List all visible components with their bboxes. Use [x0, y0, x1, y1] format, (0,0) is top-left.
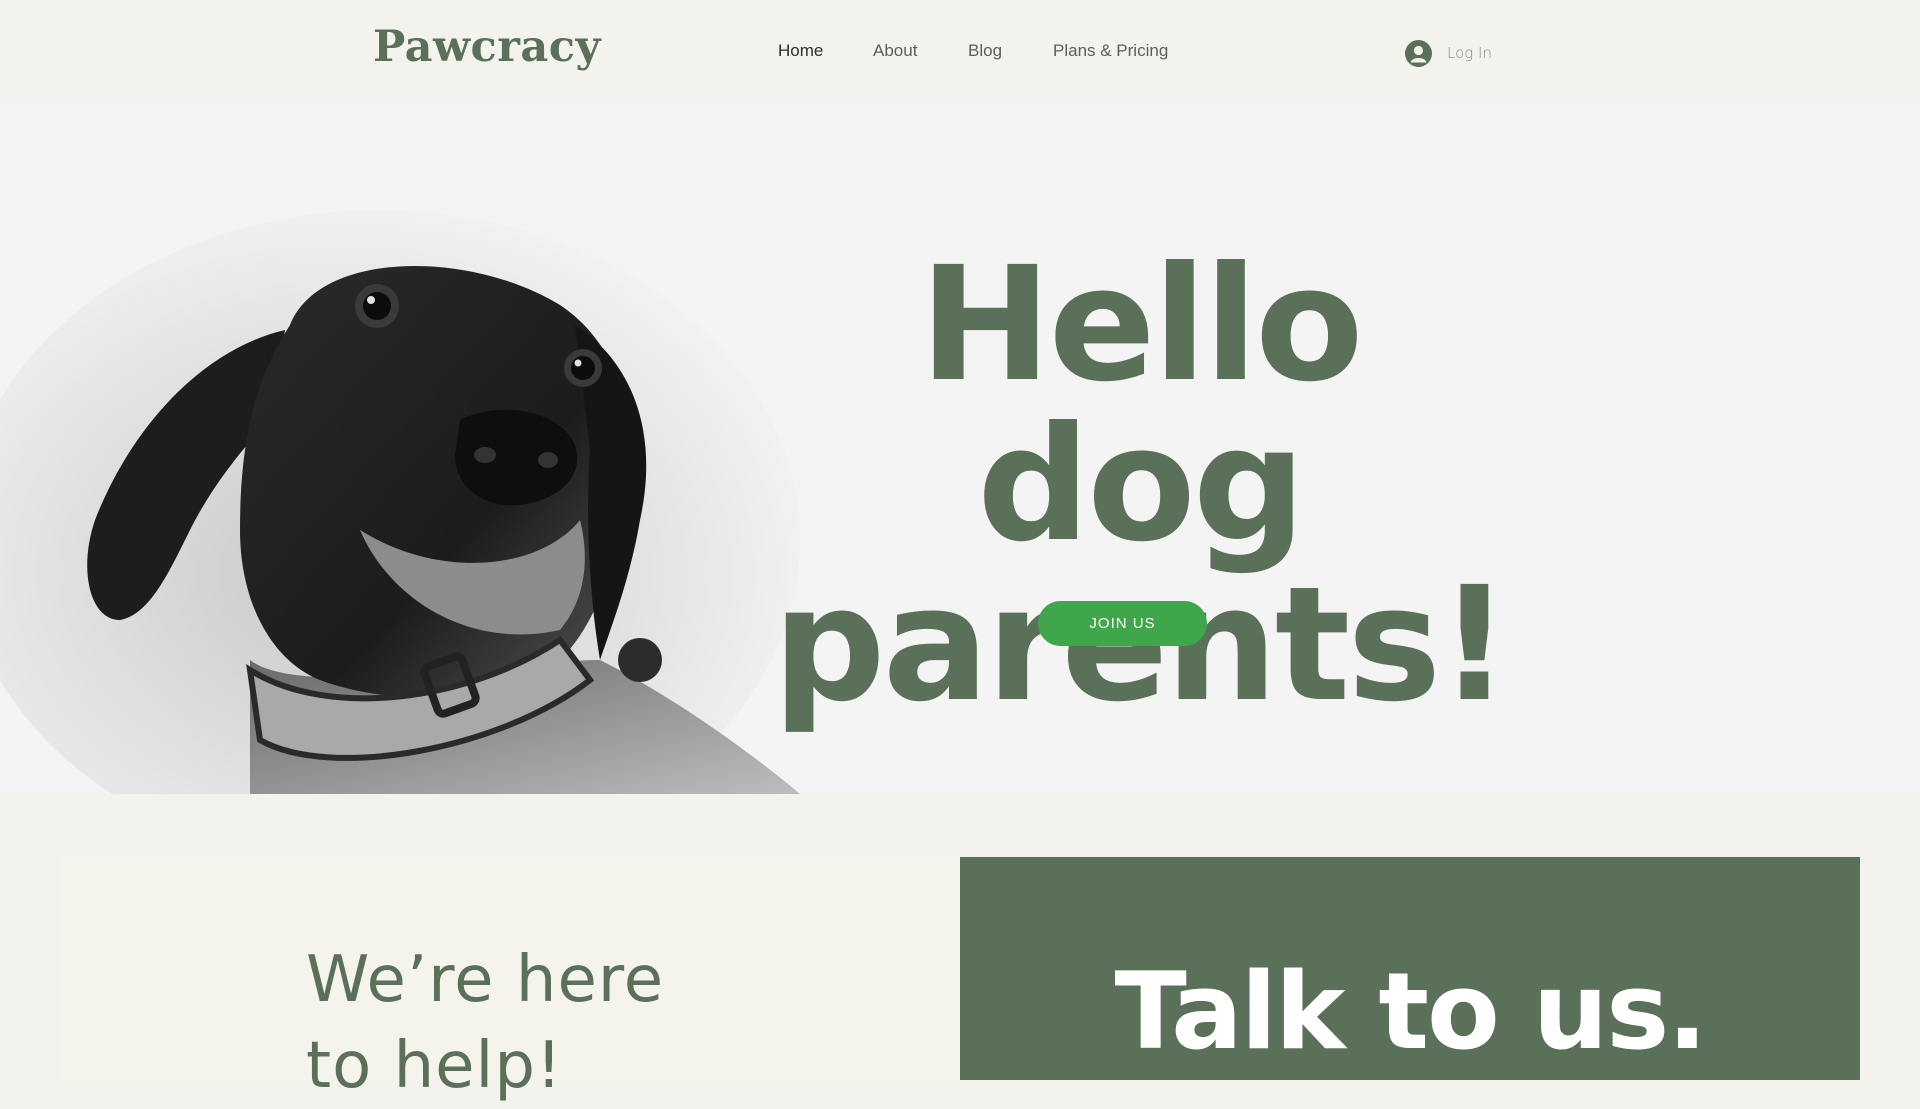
join-us-button[interactable]: JOIN US	[1038, 601, 1207, 646]
nav-blog[interactable]: Blog	[968, 41, 1002, 61]
help-title: We’re here to help!	[306, 937, 664, 1109]
help-title-line1: We’re here	[306, 943, 665, 1017]
hero-title: Hello dog parents!	[755, 245, 1525, 725]
help-section: We’re here to help!	[60, 857, 960, 1103]
nav-home[interactable]: Home	[778, 41, 823, 61]
talk-title: Talk to us.	[1114, 950, 1707, 1073]
site-logo[interactable]: Pawcracy	[373, 22, 601, 72]
contact-section: Talk to us.	[960, 857, 1860, 1080]
hero-section: Hello dog parents! JOIN US	[0, 100, 1920, 794]
login-label: Log In	[1447, 44, 1492, 62]
site-header: Pawcracy Home About Blog Plans & Pricing…	[0, 0, 1920, 100]
nav-about[interactable]: About	[873, 41, 917, 61]
user-avatar-icon	[1405, 39, 1432, 67]
hero-title-line1: Hello dog	[919, 233, 1363, 577]
nav-plans-pricing[interactable]: Plans & Pricing	[1053, 41, 1168, 61]
login-button[interactable]: Log In	[1405, 39, 1492, 67]
help-title-line2: to help!	[306, 1029, 563, 1103]
